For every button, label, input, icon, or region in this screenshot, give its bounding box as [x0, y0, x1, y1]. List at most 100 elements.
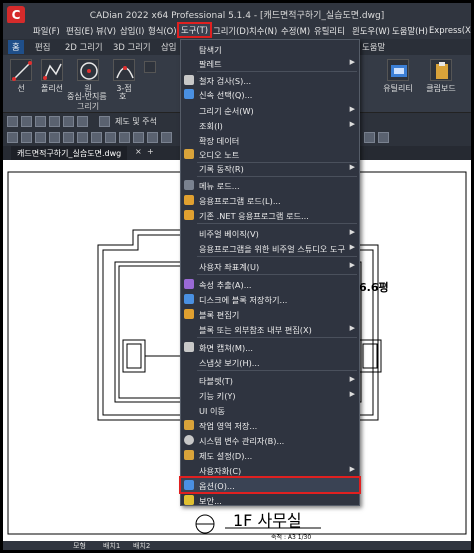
menu-item-quick-select[interactable]: 신속 선택(Q)... — [181, 87, 359, 101]
menu-item-drafting-settings[interactable]: 제도 설정(D)... — [181, 448, 359, 462]
arc-tool-button[interactable]: 3-점 — [111, 59, 137, 94]
menu-express[interactable]: Express(X) — [429, 25, 471, 35]
tools-dropdown-menu: 탐색기 팔레트 ▶ 철자 검사(S)... 신속 선택(Q)... 그리기 순서(… — [179, 39, 361, 507]
menu-item-extended-data[interactable]: 확장 데이터 — [181, 133, 359, 147]
menu-item-options[interactable]: 옵션(O)... — [179, 476, 361, 494]
menu-item-write-block[interactable]: 디스크에 블록 저장하기... — [181, 292, 359, 306]
more-draw-tools-button[interactable] — [143, 61, 157, 75]
menu-item-audio-note[interactable]: 오디오 노트 — [181, 147, 359, 161]
menu-item-security[interactable]: 보안... — [181, 493, 359, 507]
utility-button[interactable]: 유틸리티 — [378, 59, 418, 94]
regen-icon[interactable] — [77, 132, 88, 143]
menu-modify[interactable]: 수정(M) — [281, 25, 310, 37]
submenu-arrow-icon: ▶ — [349, 105, 355, 113]
snap-icon[interactable] — [133, 132, 144, 143]
area-label: 6.6평 — [359, 281, 389, 294]
menu-help[interactable]: 도움말(H) — [392, 25, 428, 37]
menu-item-screen-capture[interactable]: 화면 캡쳐(M)... — [181, 340, 359, 354]
menu-item-attribute-extract[interactable]: 속성 추출(A)... — [181, 277, 359, 291]
new-file-icon[interactable] — [7, 116, 18, 127]
match-icon[interactable] — [35, 132, 46, 143]
workspace-label[interactable]: 제도 및 주석 — [115, 116, 157, 127]
polyline-tool-button[interactable]: 폴리선 — [37, 59, 67, 94]
tab-model[interactable]: 모형 — [73, 541, 86, 550]
menu-item-snapshot-view[interactable]: 스냅샷 보기(H)... — [181, 355, 359, 369]
menu-item-record-action[interactable]: 기록 동작(R) ▶ — [181, 161, 359, 175]
menu-dimension[interactable]: 치수(N) — [249, 25, 277, 37]
tab-layout2[interactable]: 배치2 — [133, 541, 150, 550]
area-icon[interactable] — [105, 132, 116, 143]
pan-icon[interactable] — [63, 132, 74, 143]
menu-item-label: 블록 편집기 — [199, 310, 240, 320]
properties-icon[interactable] — [21, 132, 32, 143]
menu-separator — [197, 337, 357, 338]
menu-item-block-editor[interactable]: 블록 편집기 — [181, 307, 359, 321]
line-tool-button[interactable]: 선 — [8, 59, 34, 94]
ortho-icon[interactable] — [161, 132, 172, 143]
polyline-tool-label: 폴리선 — [40, 84, 64, 93]
menu-item-tablet[interactable]: 타블렛(T) ▶ — [181, 373, 359, 387]
line-tool-label: 선 — [17, 84, 25, 93]
menu-format[interactable]: 형식(O) — [148, 25, 177, 37]
menu-view[interactable]: 뷰(V) — [96, 25, 116, 37]
open-file-icon[interactable] — [21, 116, 32, 127]
menu-item-spell-check[interactable]: 철자 검사(S)... — [181, 73, 359, 87]
grid-icon[interactable] — [147, 132, 158, 143]
tab-home[interactable]: 홈 — [8, 40, 24, 54]
tab-layout1[interactable]: 배치1 — [103, 541, 120, 550]
menu-item-refedit[interactable]: 블록 또는 외부참조 내부 편집(X) ▶ — [181, 322, 359, 336]
tab-help[interactable]: 도움말 — [362, 41, 385, 53]
menu-item-app-load[interactable]: 응용프로그램 로드(L)... — [181, 193, 359, 207]
redo-icon[interactable] — [77, 116, 88, 127]
tab-insert[interactable]: 삽입 — [161, 41, 176, 53]
distance-icon[interactable] — [91, 132, 102, 143]
menu-item-visual-studio-tools[interactable]: 응용프로그램을 위한 비주얼 스튜디오 도구 ▶ — [181, 241, 359, 255]
menu-item-ucs[interactable]: 사용자 좌표계(U) ▶ — [181, 259, 359, 273]
layer-icon[interactable] — [7, 132, 18, 143]
polyline-icon — [41, 59, 63, 81]
menu-item-palette[interactable]: 팔레트 ▶ — [181, 56, 359, 70]
menu-utility[interactable]: 유틸리티 — [314, 25, 345, 37]
submenu-arrow-icon: ▶ — [349, 465, 355, 473]
menu-item-label: 메뉴 로드... — [199, 181, 240, 191]
menu-item-customize[interactable]: 사용자화(C) ▶ — [181, 463, 359, 477]
submenu-arrow-icon: ▶ — [349, 390, 355, 398]
save-icon[interactable] — [35, 116, 46, 127]
undo-icon[interactable] — [63, 116, 74, 127]
menu-draw[interactable]: 그리기(D) — [213, 25, 249, 37]
menu-item-label: UI 이동 — [199, 406, 226, 416]
view-icon[interactable] — [364, 132, 375, 143]
circle-tool-button[interactable]: 원 — [73, 59, 103, 94]
clipboard-button[interactable]: 클립보드 — [419, 59, 463, 94]
menu-window[interactable]: 윈도우(W) — [352, 25, 390, 37]
menu-separator — [197, 274, 357, 275]
menu-item-menu-load[interactable]: 메뉴 로드... — [181, 178, 359, 192]
menu-item-label: 타블렛(T) — [199, 376, 233, 386]
warning-icon — [184, 495, 194, 505]
menu-item-draw-order[interactable]: 그리기 순서(W) ▶ — [181, 103, 359, 117]
gear-icon[interactable] — [99, 116, 110, 127]
menu-edit[interactable]: 편집(E) — [66, 25, 93, 37]
ucs-icon[interactable] — [378, 132, 389, 143]
zoom-icon[interactable] — [49, 132, 60, 143]
menu-item-save-workspace[interactable]: 작업 영역 저장... — [181, 418, 359, 432]
menu-file[interactable]: 파일(F) — [33, 25, 60, 37]
new-tab-button[interactable]: + — [147, 147, 154, 156]
menu-insert[interactable]: 삽입(I) — [120, 25, 144, 37]
menu-item-function-keys[interactable]: 기능 키(Y) ▶ — [181, 388, 359, 402]
menu-item-explorer[interactable]: 탐색기 — [181, 42, 359, 56]
menu-item-ui-move[interactable]: UI 이동 — [181, 403, 359, 417]
tab-3d-draw[interactable]: 3D 그리기 — [113, 41, 151, 53]
calculator-icon[interactable] — [119, 132, 130, 143]
menu-item-visual-basic[interactable]: 비주얼 베이직(V) ▶ — [181, 226, 359, 240]
menu-item-label: 사용자 좌표계(U) — [199, 262, 260, 272]
menu-item-inquiry[interactable]: 조회(I) ▶ — [181, 118, 359, 132]
tab-2d-draw[interactable]: 2D 그리기 — [65, 41, 103, 53]
menu-item-net-load[interactable]: 기존 .NET 응용프로그램 로드... — [181, 208, 359, 222]
document-tab[interactable]: 캐드면적구하기_실습도면.dwg — [11, 146, 128, 160]
menu-tools[interactable]: 도구(T) — [176, 22, 213, 38]
tab-edit[interactable]: 편집 — [35, 41, 50, 53]
print-icon[interactable] — [49, 116, 60, 127]
menu-item-sysvar-manager[interactable]: 시스템 변수 관리자(B)... — [181, 433, 359, 447]
close-tab-icon[interactable]: × — [135, 147, 142, 156]
